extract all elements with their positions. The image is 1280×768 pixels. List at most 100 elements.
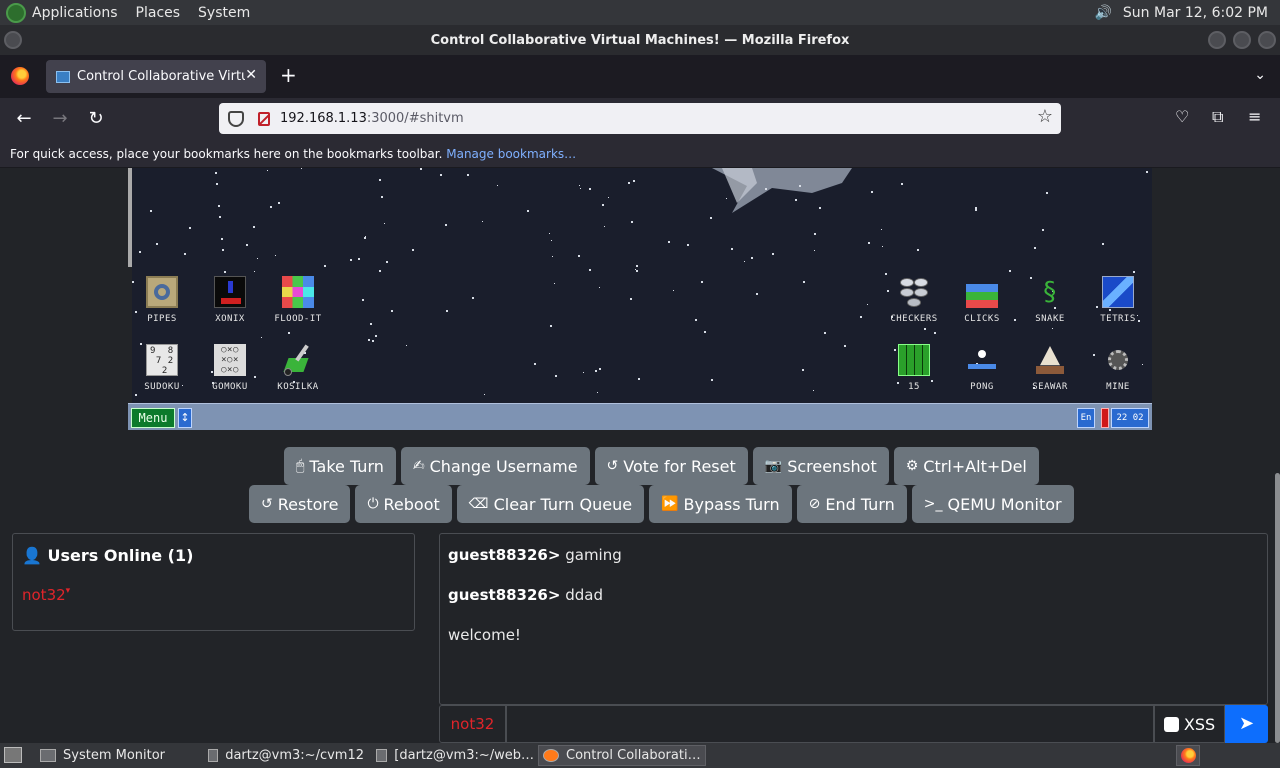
close-tab-icon[interactable]: ✕ [245,67,257,83]
taskbar-item-system-monitor[interactable]: System Monitor [36,745,196,766]
power-icon: ⏻ [367,496,379,512]
url-text[interactable]: 192.168.1.13:3000/#shitvm [280,111,464,126]
vm-switch-icon[interactable]: ↕ [178,408,192,428]
taskbar-item-terminal-2[interactable]: [dartz@vm3:~/web… [372,745,534,766]
manage-bookmarks-link[interactable]: Manage bookmarks… [446,147,576,161]
list-tabs-chevron-icon[interactable]: ⌄ [1254,67,1266,83]
desktop-icon-flood-it[interactable]: FLOOD-IT [264,276,332,324]
back-arrow-icon[interactable]: ← [12,107,36,131]
desktop-icon-sudoku[interactable]: 9 8 7 2 2 SUDOKU [132,344,196,392]
desktop-icon-gomoku[interactable]: ○×○ ×○× ○×○ GOMOKU [196,344,264,392]
star-dot [150,210,152,212]
navigation-bar: ← → ↻ 192.168.1.13:3000/#shitvm ☆ ♡ ⧉ ≡ [0,98,1280,140]
distro-logo-icon[interactable] [6,2,26,23]
desktop-icon-xonix[interactable]: XONIX [196,276,264,324]
maximize-button[interactable] [1233,31,1251,49]
bypass-turn-button[interactable]: ⏩ Bypass Turn [649,485,792,523]
user-entry[interactable]: not32▾ [22,586,70,604]
os-clock[interactable]: Sun Mar 12, 6:02 PM [1123,5,1268,21]
taskbar-item-firefox[interactable]: Control Collaborati… [538,745,706,766]
star-dot [379,270,381,272]
desktop-icon-kosilka[interactable]: KOSILKA [264,344,332,392]
firefox-launcher-icon[interactable] [1176,745,1200,766]
forward-arrow-icon[interactable]: → [48,107,72,131]
desktop-icon-mine[interactable]: MINE [1084,344,1152,392]
desktop-icon-tetris[interactable]: TETRIS [1084,276,1152,324]
desktop-icon-clicks[interactable]: CLICKS [948,276,1016,324]
star-dot [595,370,597,372]
reboot-button[interactable]: ⏻ Reboot [355,485,452,523]
end-turn-button[interactable]: ⊘ End Turn [796,485,907,523]
pocket-icon[interactable]: ♡ [1175,107,1189,126]
qemu-monitor-button[interactable]: >_ QEMU Monitor [911,485,1074,523]
desktop-icon-pong[interactable]: PONG [948,344,1016,392]
url-bar[interactable]: 192.168.1.13:3000/#shitvm ☆ [219,103,1061,134]
show-desktop-icon[interactable] [4,747,22,763]
send-button[interactable]: ➤ [1225,705,1268,743]
bookmark-star-icon[interactable]: ☆ [1037,106,1053,127]
vote-for-reset-button[interactable]: ↺ Vote for Reset [594,447,748,485]
xss-checkbox[interactable] [1163,716,1179,732]
star-dot [860,316,862,318]
star-dot [406,345,407,346]
star-dot [885,273,887,275]
extensions-icon[interactable]: ⧉ [1212,107,1223,127]
app-menu-icon[interactable]: ≡ [1248,107,1261,126]
vm-menu-button[interactable]: Menu [131,408,175,428]
tracking-shield-icon[interactable] [228,110,244,127]
star-dot [551,240,552,241]
change-username-button[interactable]: ✍ Change Username [400,447,590,485]
firefox-view-icon[interactable] [11,67,29,85]
desktop-icon-pipes[interactable]: PIPES [132,276,196,324]
insecure-lock-icon[interactable] [258,111,270,126]
star-dot [628,182,630,184]
reload-icon[interactable]: ↻ [84,107,108,131]
page-scrollbar[interactable] [1275,473,1280,743]
os-top-panel: Applications Places System 🔊 Sun Mar 12,… [0,0,1280,25]
minimize-button[interactable] [1208,31,1226,49]
xonix-icon [214,276,246,308]
star-dot [924,328,926,330]
star-dot [358,258,360,260]
new-tab-button[interactable]: + [280,63,297,87]
chat-username-label[interactable]: not32 [439,705,506,743]
vm-screen[interactable]: PIPES XONIX FLOOD-IT 9 8 7 2 2 SUDOKU ○×… [132,168,1152,403]
star-dot [867,304,868,305]
star-dot [224,271,226,273]
menu-places[interactable]: Places [136,5,181,21]
tab-active[interactable]: Control Collaborative Virtual Machines! … [46,60,266,93]
star-dot [379,179,381,181]
screenshot-button[interactable]: 📷 Screenshot [752,447,889,485]
star-dot [420,168,422,170]
desktop-icon-seawar[interactable]: SEAWAR [1016,344,1084,392]
restore-button[interactable]: ↺ Restore [249,485,351,523]
take-turn-button[interactable]: 🖱 Take Turn [284,447,396,485]
window-menu-button[interactable] [4,31,22,49]
vm-language-indicator[interactable]: En [1077,408,1095,428]
star-dot [222,249,224,251]
vm-status-indicator [1101,408,1109,428]
fifteen-puzzle-icon [898,344,930,376]
menu-system[interactable]: System [198,5,250,21]
volume-icon[interactable]: 🔊 [1095,5,1113,21]
taskbar-item-terminal-1[interactable]: dartz@vm3:~/cvm12 [204,745,364,766]
desktop-icon-15[interactable]: 15 [880,344,948,392]
system-monitor-icon [40,749,56,762]
ctrl-alt-del-button[interactable]: ⚙ Ctrl+Alt+Del [893,447,1039,485]
ban-icon: ⊘ [808,496,821,512]
chat-message-input[interactable] [506,705,1154,743]
star-dot [270,206,272,208]
desktop-icon-checkers[interactable]: CHECKERS [880,276,948,324]
desktop-icon-snake[interactable]: § SNAKE [1016,276,1084,324]
controls-row-1: 🖱 Take Turn ✍ Change Username ↺ Vote for Re… [284,447,1039,485]
star-dot [384,223,385,224]
clear-turn-queue-button[interactable]: ⌫ Clear Turn Queue [456,485,645,523]
mouse-icon: 🖱 [296,458,305,474]
snake-icon: § [1041,277,1059,307]
xss-toggle[interactable]: XSS [1154,705,1225,743]
close-window-button[interactable] [1258,31,1276,49]
star-dot [795,199,797,201]
chat-log[interactable]: guest88326> gaming guest88326> ddad welc… [439,533,1268,705]
menu-applications[interactable]: Applications [32,5,118,21]
star-dot [1133,271,1135,273]
